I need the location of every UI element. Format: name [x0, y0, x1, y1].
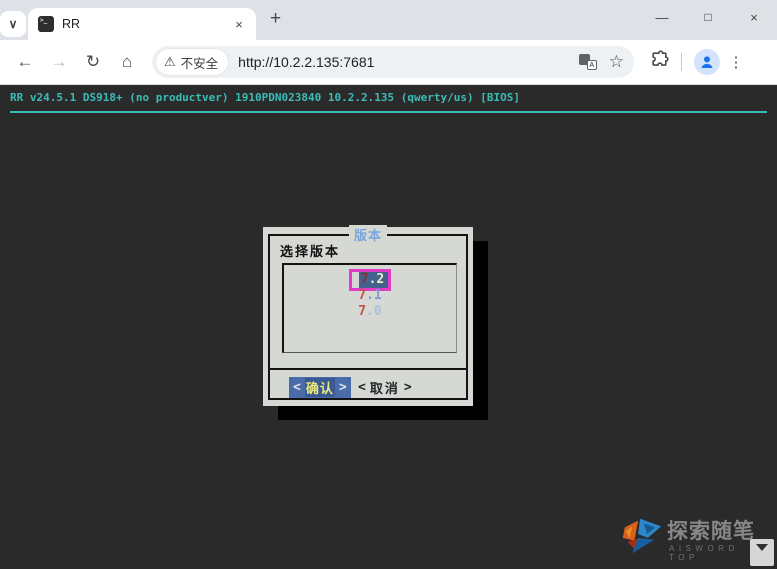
- cancel-button[interactable]: < 取消 >: [358, 378, 412, 397]
- home-icon[interactable]: ⌂: [112, 47, 142, 77]
- address-bar[interactable]: ⚠ 不安全 http://10.2.2.135:7681 A ☆: [152, 46, 634, 78]
- terminal-screen: RR v24.5.1 DS918+ (no productver) 1910PD…: [0, 85, 777, 569]
- list-item-7.1[interactable]: 7 .1: [284, 288, 456, 304]
- scroll-down-button[interactable]: [750, 539, 774, 566]
- site-watermark: 探索随笔 AISWORD TOP: [619, 511, 769, 563]
- browser-menu-icon[interactable]: ⋮: [724, 53, 748, 71]
- minimize-button[interactable]: —: [639, 10, 685, 25]
- profile-avatar[interactable]: [694, 49, 720, 75]
- forward-icon[interactable]: →: [44, 47, 74, 77]
- watermark-title: 探索随笔: [667, 515, 755, 545]
- toolbar-divider: [681, 53, 682, 71]
- back-icon[interactable]: ←: [10, 47, 40, 77]
- bookmark-star-icon[interactable]: ☆: [609, 52, 624, 72]
- tab-strip: ∨ >_ RR × + — □ ×: [0, 0, 777, 40]
- terminal-favicon-icon: >_: [38, 16, 54, 32]
- security-chip-label: 不安全: [181, 53, 219, 72]
- version-list: 7 .2 7 .1 7 .0: [282, 263, 457, 353]
- dialog-title: 版本: [349, 225, 387, 244]
- maximize-button[interactable]: □: [685, 10, 731, 24]
- dialog-separator: [268, 368, 468, 370]
- tab-title: RR: [62, 17, 230, 31]
- dialog-buttons: < 确认 > < 取消 >: [263, 377, 473, 397]
- warning-icon: ⚠: [164, 54, 176, 70]
- security-chip[interactable]: ⚠ 不安全: [156, 49, 228, 75]
- dialog-label: 选择版本: [280, 241, 340, 260]
- new-tab-button[interactable]: +: [270, 8, 281, 30]
- reload-icon[interactable]: ↻: [78, 47, 108, 77]
- tab-close-icon[interactable]: ×: [230, 15, 248, 33]
- url-text[interactable]: http://10.2.2.135:7681: [238, 54, 579, 70]
- watermark-logo-icon: [619, 511, 665, 559]
- chevron-down-icon: [756, 544, 768, 551]
- browser-toolbar: ← → ↻ ⌂ ⚠ 不安全 http://10.2.2.135:7681 A ☆…: [0, 40, 777, 85]
- confirm-button[interactable]: < 确认 >: [289, 377, 351, 398]
- terminal-header-text: RR v24.5.1 DS918+ (no productver) 1910PD…: [10, 91, 520, 104]
- close-button[interactable]: ×: [731, 10, 777, 25]
- list-item-7.2[interactable]: 7 .2: [284, 272, 456, 288]
- window-controls: — □ ×: [639, 0, 777, 34]
- tab-search-chevron-icon[interactable]: ∨: [0, 11, 26, 37]
- translate-icon[interactable]: A: [579, 54, 597, 70]
- browser-tab[interactable]: >_ RR ×: [28, 8, 256, 40]
- version-dialog: 版本 选择版本 7 .2 7 .1 7 .0: [263, 227, 473, 406]
- list-item-7.0[interactable]: 7 .0: [284, 304, 456, 320]
- extensions-icon[interactable]: [650, 50, 669, 74]
- terminal-header-rule: [10, 111, 767, 113]
